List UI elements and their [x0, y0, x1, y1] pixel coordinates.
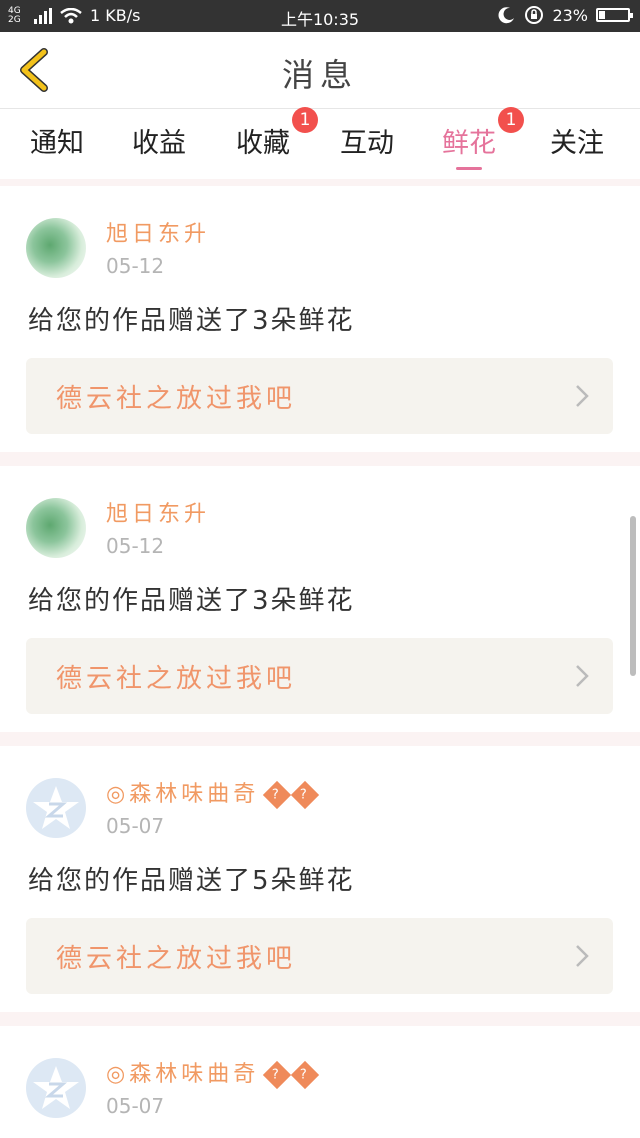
unknown-glyph-icon: ? — [263, 780, 292, 810]
z-logo-icon — [33, 786, 79, 829]
z-logo-icon — [33, 1066, 79, 1109]
message-text: 给您的作品赠送了3朵鲜花 — [28, 586, 355, 616]
sender-name[interactable]: ◎森林味曲奇?? — [106, 776, 320, 810]
tab-bar: 通知 收益 收藏 1 互动 鲜花 1 关注 — [0, 107, 640, 179]
tab-favorites[interactable]: 收藏 1 — [236, 107, 318, 160]
rotation-lock-icon — [525, 6, 544, 24]
unknown-glyph-icon: ? — [291, 1060, 320, 1090]
message-text: 给您的作品赠送了5朵鲜花 — [28, 866, 355, 896]
message-text: 给您的作品赠送了3朵鲜花 — [28, 306, 355, 336]
avatar[interactable] — [26, 498, 86, 558]
sender-name[interactable]: 旭日东升 — [106, 496, 210, 528]
scrollbar[interactable] — [630, 516, 636, 676]
tab-earnings[interactable]: 收益 — [132, 121, 186, 160]
message-card: 旭日东升 05-12 给您的作品赠送了3朵鲜花 德云社之放过我吧 — [0, 186, 640, 452]
unknown-glyph-icon: ? — [291, 780, 320, 810]
work-title: 德云社之放过我吧 — [56, 664, 297, 694]
work-title: 德云社之放过我吧 — [56, 944, 297, 974]
message-date: 05-07 — [106, 814, 165, 838]
avatar[interactable] — [26, 218, 86, 278]
sender-name[interactable]: ◎森林味曲奇?? — [106, 1056, 320, 1090]
status-bar: 4G 2G 1 KB/s 上午10:35 23% — [0, 0, 640, 32]
tab-label: 鲜花 — [442, 128, 496, 159]
work-title: 德云社之放过我吧 — [56, 384, 297, 414]
chevron-right-icon — [576, 945, 589, 967]
message-date: 05-12 — [106, 254, 165, 278]
avatar[interactable] — [26, 1058, 86, 1118]
tab-interactions[interactable]: 互动 — [340, 121, 394, 160]
chevron-right-icon — [576, 665, 589, 687]
message-date: 05-12 — [106, 534, 165, 558]
message-card: ◎森林味曲奇?? 05-07 给您的作品赠送了5朵鲜花 德云社之放过我吧 — [0, 746, 640, 1012]
tab-notifications[interactable]: 通知 — [30, 121, 84, 160]
message-card: ◎森林味曲奇?? 05-07 — [0, 1026, 640, 1138]
tab-label: 通知 — [30, 128, 84, 159]
tab-label: 互动 — [340, 128, 394, 159]
unknown-glyph-icon: ? — [263, 1060, 292, 1090]
unread-badge: 1 — [498, 107, 524, 133]
message-date: 05-07 — [106, 1094, 165, 1118]
work-link[interactable]: 德云社之放过我吧 — [26, 358, 613, 434]
active-tab-indicator — [456, 167, 482, 170]
sender-name-text: ◎森林味曲奇 — [106, 1062, 260, 1087]
moon-icon — [498, 7, 515, 24]
sender-name[interactable]: 旭日东升 — [106, 216, 210, 248]
tab-following[interactable]: 关注 — [550, 121, 604, 160]
battery-percent: 23% — [552, 5, 588, 25]
battery-icon — [596, 8, 633, 22]
unread-badge: 1 — [292, 107, 318, 133]
chevron-right-icon — [576, 385, 589, 407]
work-link[interactable]: 德云社之放过我吧 — [26, 638, 613, 714]
tab-label: 收益 — [132, 128, 186, 159]
sender-name-text: ◎森林味曲奇 — [106, 782, 260, 807]
app-header: 消息 — [0, 32, 640, 109]
tab-label: 收藏 — [236, 128, 290, 159]
avatar[interactable] — [26, 778, 86, 838]
work-link[interactable]: 德云社之放过我吧 — [26, 918, 613, 994]
tab-flowers[interactable]: 鲜花 1 — [442, 107, 524, 170]
tab-label: 关注 — [550, 128, 604, 159]
page-title: 消息 — [281, 56, 358, 94]
message-card: 旭日东升 05-12 给您的作品赠送了3朵鲜花 德云社之放过我吧 — [0, 466, 640, 732]
